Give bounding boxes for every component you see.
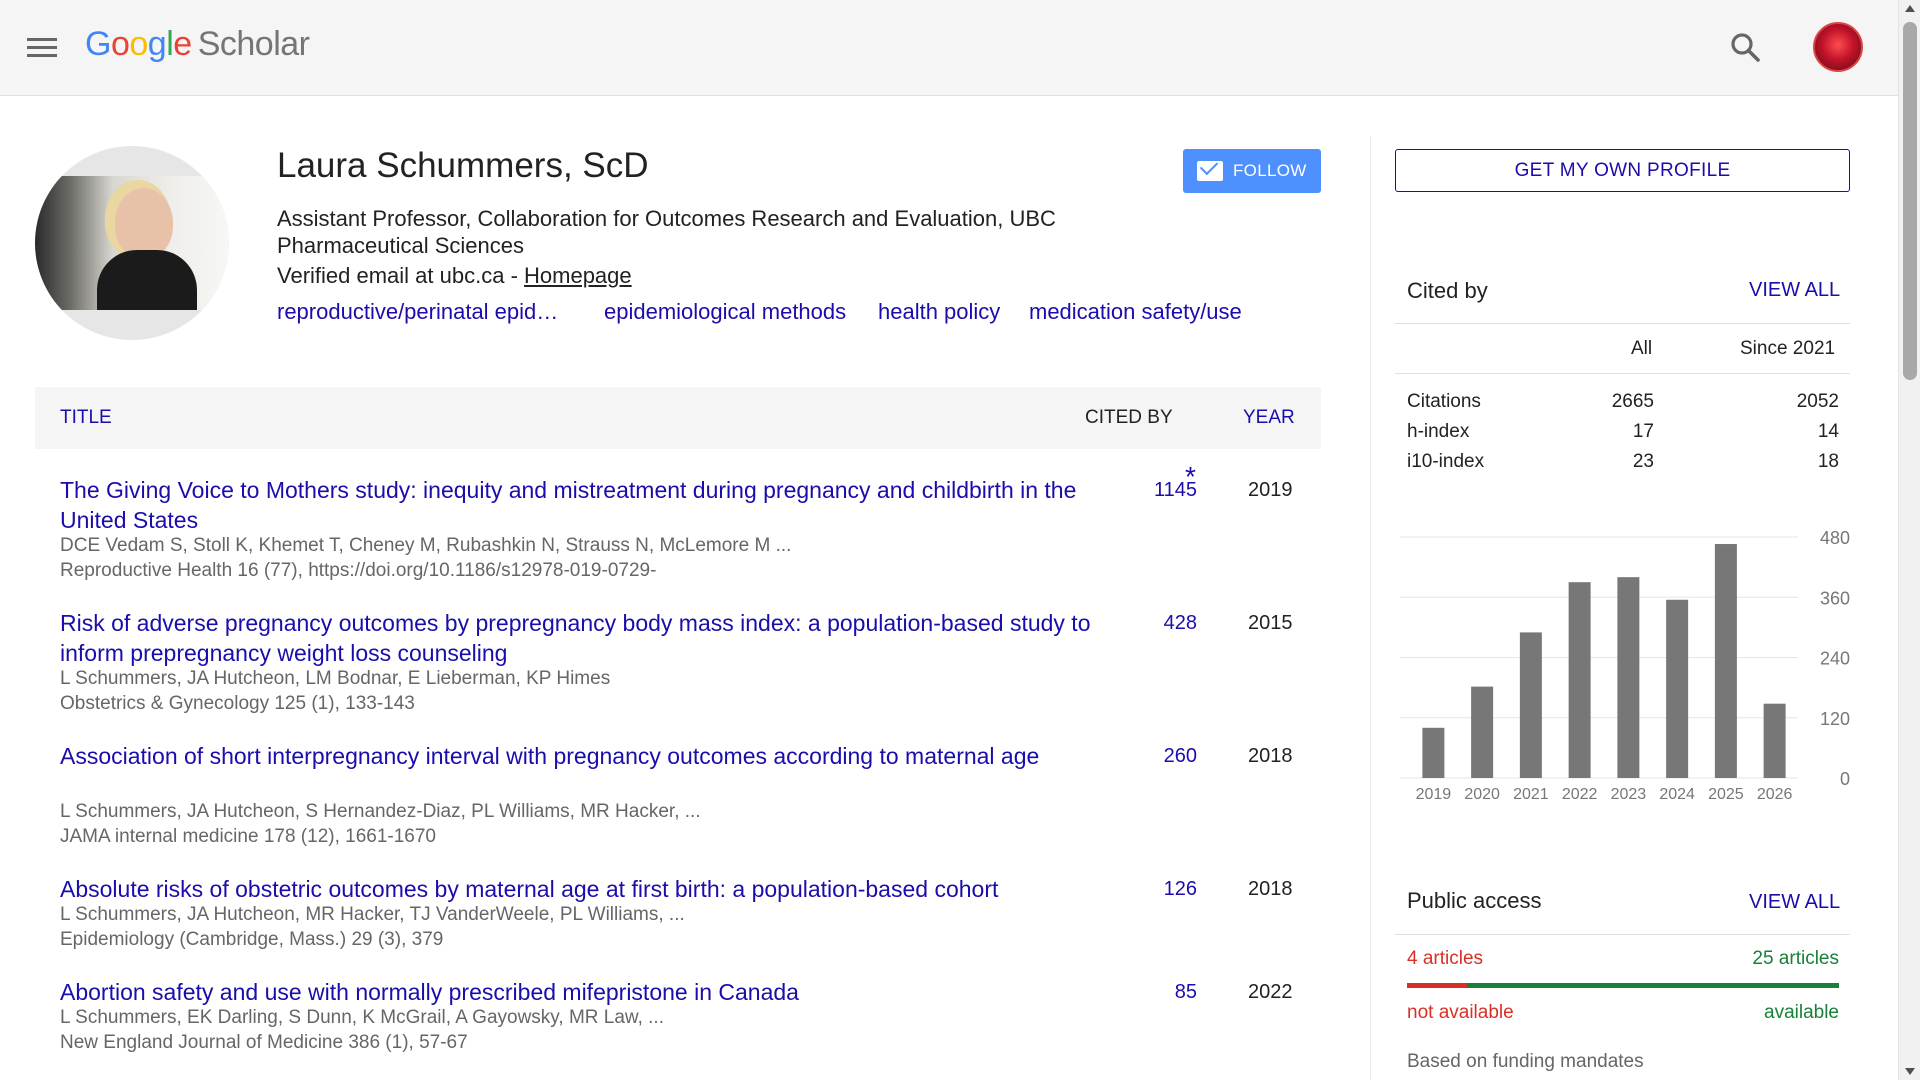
stat-label: Citations [1407, 391, 1481, 412]
stat-label: i10-index [1407, 451, 1485, 472]
article-title-link[interactable]: Risk of adverse pregnancy outcomes by pr… [60, 608, 1110, 668]
divider [1395, 323, 1850, 324]
cited-by-count[interactable]: 260 [1055, 745, 1197, 768]
verified-email: Verified email at ubc.ca - Homepage [277, 263, 632, 288]
article-title-link[interactable]: Abortion safety and use with normally pr… [60, 977, 1110, 1007]
profile-photo [35, 146, 229, 340]
chart-bar-2019[interactable] [1422, 727, 1445, 778]
cited-by-count[interactable]: 126 [1055, 878, 1197, 901]
article-venue: Epidemiology (Cambridge, Mass.) 29 (3), … [60, 929, 444, 950]
chart-bar-2023[interactable] [1617, 577, 1640, 778]
stats-col-since: Since 2021 [1740, 338, 1836, 359]
scroll-up-arrow-icon[interactable] [1905, 5, 1915, 12]
profile-name: Laura Schummers, ScD [277, 146, 649, 185]
top-app-bar: Google Scholar [0, 0, 1898, 96]
cited-by-title: Cited by [1407, 278, 1488, 303]
x-tick-label: 2020 [1464, 786, 1500, 803]
available-label: available [1764, 1002, 1839, 1023]
publication-year: 2018 [1248, 745, 1293, 767]
x-tick-label: 2024 [1659, 786, 1695, 803]
get-my-own-profile-button[interactable]: GET MY OWN PROFILE [1395, 149, 1850, 192]
article-authors: L Schummers, EK Darling, S Dunn, K McGra… [60, 1007, 664, 1028]
article-title-link[interactable]: Absolute risks of obstetric outcomes by … [60, 874, 1110, 904]
y-tick-label: 240 [1820, 649, 1850, 669]
article-venue: JAMA internal medicine 178 (12), 1661-16… [60, 826, 437, 847]
interest-link[interactable]: reproductive/perinatal epid… [277, 299, 558, 325]
merged-citations-star[interactable]: * [1185, 461, 1196, 493]
x-tick-label: 2022 [1562, 786, 1598, 803]
public-access-bar [1407, 983, 1839, 988]
x-tick-label: 2021 [1513, 786, 1549, 803]
chart-bar-2020[interactable] [1471, 686, 1494, 778]
chart-bar-2025[interactable] [1714, 544, 1737, 778]
cited-by-view-all[interactable]: VIEW ALL [1749, 279, 1840, 302]
x-tick-label: 2026 [1757, 786, 1793, 803]
scroll-down-arrow-icon[interactable] [1905, 1068, 1915, 1075]
stat-label: h-index [1407, 421, 1470, 442]
mail-icon [1197, 161, 1223, 181]
article-authors: DCE Vedam S, Stoll K, Khemet T, Cheney M… [60, 535, 792, 556]
divider [1395, 934, 1850, 935]
publication-year: 2022 [1248, 981, 1293, 1003]
cited-by-count[interactable]: 428 [1055, 612, 1197, 635]
not-available-label: not available [1407, 1002, 1514, 1023]
article-title-link[interactable]: The Giving Voice to Mothers study: inequ… [60, 475, 1110, 535]
search-icon[interactable] [1728, 30, 1764, 66]
divider [1395, 373, 1850, 374]
stat-all: 17 [1632, 421, 1654, 442]
y-tick-label: 480 [1820, 528, 1850, 548]
interest-link[interactable]: epidemiological methods [604, 299, 846, 325]
available-count[interactable]: 25 articles [1740, 948, 1839, 970]
citations-bar-chart: 0 120 240 360 480 2019 2020 2021 2022 2023 2024 202… [1400, 528, 1850, 803]
homepage-link[interactable]: Homepage [524, 263, 632, 288]
chart-bar-2021[interactable] [1519, 632, 1542, 778]
account-avatar[interactable] [1813, 22, 1863, 72]
cited-by-count[interactable]: 85 [1055, 981, 1197, 1004]
chart-bar-2026[interactable] [1763, 703, 1786, 778]
publication-year: 2018 [1248, 878, 1293, 900]
article-authors: L Schummers, JA Hutcheon, S Hernandez-Di… [60, 801, 701, 822]
sort-by-title[interactable]: TITLE [60, 407, 112, 429]
article-authors: L Schummers, JA Hutcheon, MR Hacker, TJ … [60, 904, 685, 925]
article-venue: Reproductive Health 16 (77), https://doi… [60, 560, 657, 581]
stat-since: 18 [1817, 451, 1839, 472]
stat-since: 2052 [1796, 391, 1839, 412]
chart-bar-2024[interactable] [1666, 599, 1689, 778]
y-tick-label: 0 [1840, 769, 1850, 789]
not-available-fill [1407, 983, 1467, 988]
stat-all: 2665 [1611, 391, 1654, 412]
funding-mandates-note: Based on funding mandates [1407, 1051, 1644, 1072]
stat-all: 23 [1632, 451, 1654, 472]
public-access-title: Public access [1407, 888, 1542, 913]
x-tick-label: 2023 [1611, 786, 1647, 803]
scrollbar[interactable] [1898, 0, 1920, 1080]
hamburger-menu-icon[interactable] [22, 30, 62, 66]
article-venue: New England Journal of Medicine 386 (1),… [60, 1032, 468, 1053]
interest-link[interactable]: medication safety/use [1029, 299, 1242, 325]
public-access-view-all[interactable]: VIEW ALL [1749, 891, 1840, 914]
profile-affiliation: Assistant Professor, Collaboration for O… [277, 206, 1056, 258]
chart-bar-2022[interactable] [1568, 582, 1591, 778]
sort-by-year[interactable]: YEAR [1243, 407, 1295, 429]
not-available-count[interactable]: 4 articles [1407, 948, 1483, 970]
cited-by-count[interactable]: 1145 [1055, 479, 1197, 502]
y-tick-label: 120 [1820, 709, 1850, 729]
y-tick-label: 360 [1820, 588, 1850, 608]
articles-table-header: TITLE CITED BY YEAR [35, 387, 1321, 449]
sort-by-cited[interactable]: CITED BY [1085, 407, 1173, 429]
article-venue: Obstetrics & Gynecology 125 (1), 133-143 [60, 693, 415, 714]
stats-col-all: All [1631, 338, 1653, 359]
x-tick-label: 2025 [1708, 786, 1744, 803]
interest-link[interactable]: health policy [878, 299, 1000, 325]
publication-year: 2015 [1248, 612, 1293, 634]
google-scholar-logo[interactable]: Google Scholar [85, 25, 310, 64]
article-title-link[interactable]: Association of short interpregnancy inte… [60, 741, 1110, 771]
article-authors: L Schummers, JA Hutcheon, LM Bodnar, E L… [60, 668, 611, 689]
column-divider [1370, 136, 1371, 1080]
stat-since: 14 [1817, 421, 1839, 442]
x-tick-label: 2019 [1416, 786, 1452, 803]
follow-button[interactable]: FOLLOW [1183, 149, 1321, 193]
scrollbar-thumb[interactable] [1903, 22, 1917, 380]
publication-year: 2019 [1248, 479, 1293, 501]
